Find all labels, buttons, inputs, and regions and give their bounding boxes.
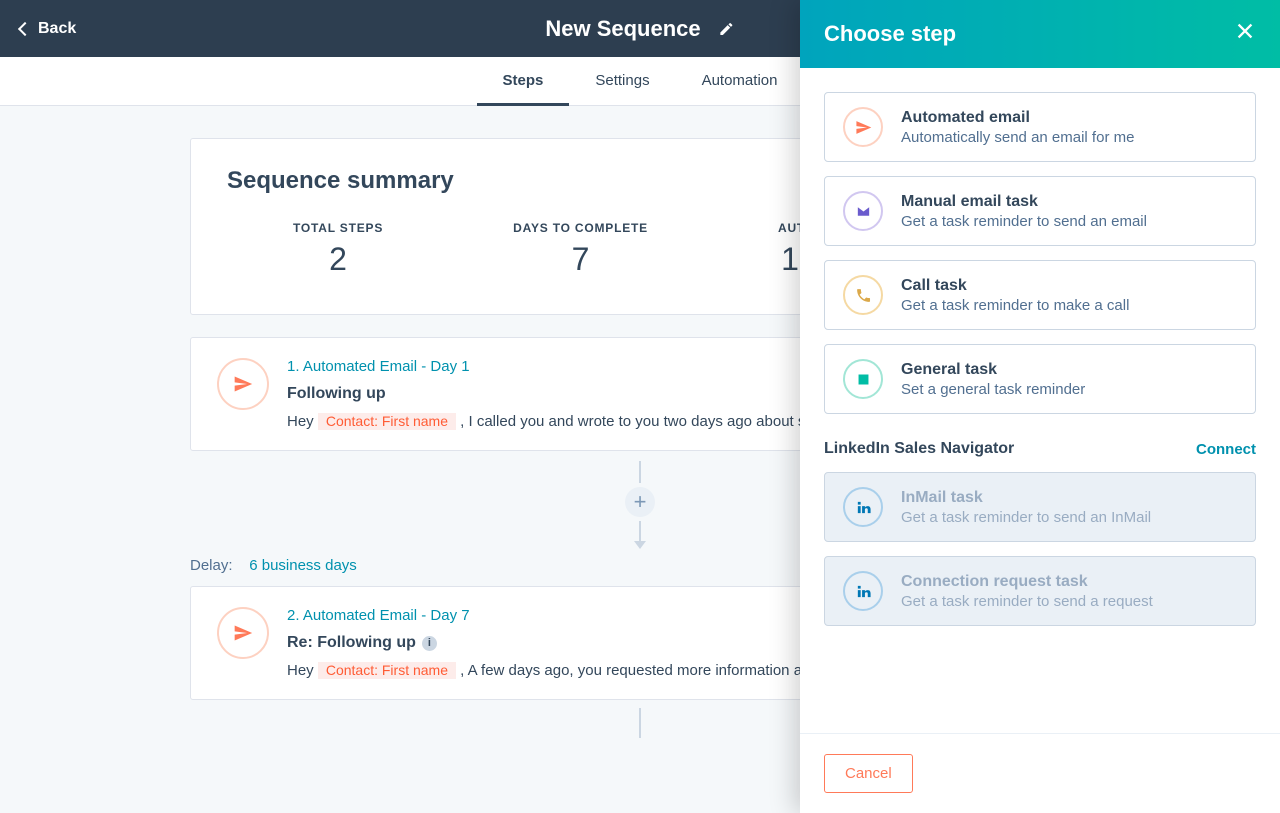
option-desc: Get a task reminder to send a request (901, 593, 1153, 610)
automated-email-icon (217, 607, 269, 659)
panel-title: Choose step (824, 21, 956, 47)
linkedin-connect-link[interactable]: Connect (1196, 441, 1256, 458)
option-desc: Get a task reminder to make a call (901, 297, 1129, 314)
delay-label: Delay: (190, 557, 233, 574)
linkedin-icon (843, 571, 883, 611)
linkedin-icon (843, 487, 883, 527)
stat-label: TOTAL STEPS (293, 221, 383, 235)
chevron-left-icon (18, 21, 32, 35)
paper-plane-icon (843, 107, 883, 147)
panel-close-button[interactable] (1234, 20, 1256, 49)
add-step-button[interactable]: + (625, 487, 655, 517)
panel-header: Choose step (800, 0, 1280, 68)
option-title: Manual email task (901, 193, 1147, 211)
choose-step-panel: Choose step Automated email Automaticall… (800, 0, 1280, 813)
option-connection-request-task: Connection request task Get a task remin… (824, 556, 1256, 626)
arrow-down-icon (634, 541, 646, 549)
merge-token: Contact: First name (318, 413, 456, 430)
panel-body: Automated email Automatically send an em… (800, 68, 1280, 733)
stat-total-steps: TOTAL STEPS 2 (293, 221, 383, 278)
option-call-task[interactable]: Call task Get a task reminder to make a … (824, 260, 1256, 330)
phone-icon (843, 275, 883, 315)
cancel-button[interactable]: Cancel (824, 754, 913, 793)
option-desc: Get a task reminder to send an InMail (901, 509, 1151, 526)
connector-line (639, 521, 641, 543)
option-title: General task (901, 361, 1085, 379)
option-title: Call task (901, 277, 1129, 295)
stat-label: DAYS TO COMPLETE (513, 221, 648, 235)
info-icon[interactable]: i (422, 636, 437, 651)
stat-days: DAYS TO COMPLETE 7 (513, 221, 648, 278)
option-general-task[interactable]: General task Set a general task reminder (824, 344, 1256, 414)
calendar-icon (843, 359, 883, 399)
connector-line (639, 461, 641, 483)
back-button[interactable]: Back (20, 20, 76, 38)
envelope-icon (843, 191, 883, 231)
option-desc: Set a general task reminder (901, 381, 1085, 398)
edit-title-button[interactable] (719, 21, 735, 37)
option-inmail-task: InMail task Get a task reminder to send … (824, 472, 1256, 542)
delay-value[interactable]: 6 business days (249, 557, 357, 574)
linkedin-section-header: LinkedIn Sales Navigator Connect (824, 440, 1256, 458)
option-automated-email[interactable]: Automated email Automatically send an em… (824, 92, 1256, 162)
back-label: Back (38, 20, 76, 38)
linkedin-title: LinkedIn Sales Navigator (824, 440, 1014, 458)
tab-automation[interactable]: Automation (676, 57, 804, 106)
automated-email-icon (217, 358, 269, 410)
page-title-wrap: New Sequence (545, 16, 734, 42)
connector-line (639, 708, 641, 738)
step-connector: + (625, 461, 655, 549)
option-title: InMail task (901, 489, 1151, 507)
merge-token: Contact: First name (318, 662, 456, 679)
panel-footer: Cancel (800, 733, 1280, 813)
stat-value: 2 (293, 241, 383, 278)
option-title: Automated email (901, 109, 1134, 127)
option-desc: Automatically send an email for me (901, 129, 1134, 146)
option-manual-email[interactable]: Manual email task Get a task reminder to… (824, 176, 1256, 246)
option-desc: Get a task reminder to send an email (901, 213, 1147, 230)
stat-value: 7 (513, 241, 648, 278)
page-title: New Sequence (545, 16, 700, 42)
tab-settings[interactable]: Settings (569, 57, 675, 106)
tab-steps[interactable]: Steps (477, 57, 570, 106)
option-title: Connection request task (901, 573, 1153, 591)
